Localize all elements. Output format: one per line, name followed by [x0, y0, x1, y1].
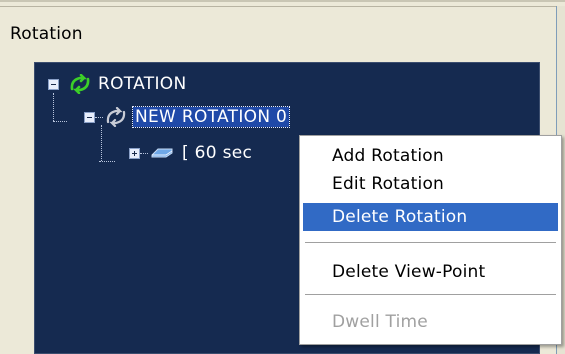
tree-connector: [53, 121, 67, 122]
tree-connector: [53, 93, 54, 121]
menu-separator: [305, 294, 556, 296]
collapse-icon[interactable]: [48, 78, 59, 90]
tree-node-new-rotation[interactable]: NEW ROTATION 0: [84, 106, 291, 128]
rotation-group-label: Rotation: [10, 24, 83, 44]
menu-item-add-rotation[interactable]: Add Rotation: [303, 142, 558, 170]
tree-node-label: [ 60 sec: [182, 143, 253, 163]
menu-item-delete-rotation[interactable]: Delete Rotation: [303, 203, 558, 231]
tree-node-label: ROTATION: [98, 74, 187, 94]
tree-connector: [101, 125, 102, 161]
tree-connector: [99, 161, 115, 162]
tree-node-viewpoint[interactable]: [ 60 sec: [129, 143, 252, 163]
tree-connector: [95, 116, 103, 118]
menu-item-edit-rotation[interactable]: Edit Rotation: [303, 170, 558, 198]
expand-icon[interactable]: [129, 147, 140, 159]
rotation-green-icon: [69, 74, 91, 94]
context-menu[interactable]: Add Rotation Edit Rotation Delete Rotati…: [299, 135, 562, 345]
menu-item-delete-view-point[interactable]: Delete View-Point: [303, 258, 558, 286]
menu-item-dwell-time[interactable]: Dwell Time: [303, 308, 558, 336]
window-top-edge: [0, 0, 565, 7]
menu-separator: [305, 242, 556, 244]
tree-connector: [140, 152, 148, 154]
rotation-grey-icon: [105, 107, 127, 127]
tree-node-rotation[interactable]: ROTATION: [48, 74, 186, 94]
selected-tree-node-label: NEW ROTATION 0: [131, 106, 291, 128]
collapse-icon[interactable]: [84, 111, 95, 123]
viewpoint-icon: [150, 145, 174, 161]
